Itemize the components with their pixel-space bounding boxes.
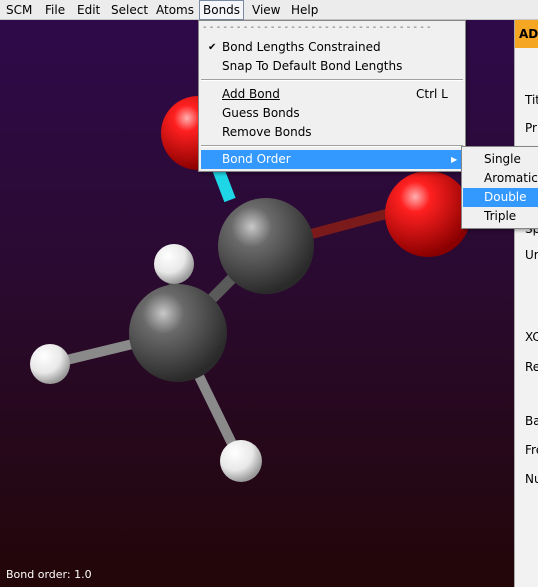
menu-separator (201, 145, 463, 147)
hydrogen-atom-top[interactable] (154, 244, 194, 284)
menu-item-label: Double (484, 190, 527, 204)
menu-item-label: Add Bond (222, 87, 280, 101)
bonds-menu: - - - - - - - - - - - - - - - - - - - - … (198, 20, 466, 172)
menu-item-label: Snap To Default Bond Lengths (222, 59, 403, 73)
carbon-atom-carbonyl[interactable] (218, 198, 314, 294)
menu-select[interactable]: Select (108, 0, 151, 20)
panel-label-unrestricted: Ur (525, 248, 538, 262)
menu-item-bond-order[interactable]: Bond Order ▶ (201, 150, 463, 169)
menu-scm[interactable]: SCM (3, 0, 35, 20)
menu-edit[interactable]: Edit (74, 0, 103, 20)
panel-label-numerical: Nu (525, 472, 538, 486)
menu-item-remove-bonds[interactable]: Remove Bonds (199, 123, 465, 142)
panel-label-title: Tit (525, 93, 538, 107)
menu-item-snap-to-default[interactable]: Snap To Default Bond Lengths (199, 57, 465, 76)
status-bar-text: Bond order: 1.0 (6, 568, 92, 581)
menu-item-label: Aromatic (484, 171, 538, 185)
menu-item-label: Guess Bonds (222, 106, 300, 120)
check-icon: ✔ (208, 42, 217, 53)
hydrogen-atom-left[interactable] (30, 344, 70, 384)
menu-item-label: Bond Lengths Constrained (222, 40, 381, 54)
menu-help[interactable]: Help (288, 0, 321, 20)
menu-item-label: Triple (484, 209, 517, 223)
panel-label-xc: XC (525, 330, 538, 344)
menu-item-bond-lengths-constrained[interactable]: ✔ Bond Lengths Constrained (199, 38, 465, 57)
menu-bonds[interactable]: Bonds (199, 0, 245, 20)
menu-view[interactable]: View (249, 0, 283, 20)
menu-item-label: Single (484, 152, 521, 166)
menu-atoms[interactable]: Atoms (153, 0, 197, 20)
menu-item-add-bond[interactable]: Add Bond Ctrl L (199, 85, 465, 104)
menu-item-shortcut: Ctrl L (416, 87, 448, 101)
submenu-arrow-icon: ▶ (451, 155, 458, 164)
submenu-item-double[interactable]: Double (463, 188, 538, 207)
submenu-item-triple[interactable]: Triple (462, 207, 538, 226)
menu-item-label: Bond Order (222, 152, 291, 166)
menu-separator (201, 79, 463, 81)
panel-header[interactable]: AD (515, 20, 538, 48)
tearoff-line[interactable]: - - - - - - - - - - - - - - - - - - - - … (203, 22, 461, 36)
submenu-item-aromatic[interactable]: Aromatic (462, 169, 538, 188)
panel-label-frozen-core: Fre (525, 443, 538, 457)
menu-bar: SCM File Edit Select Atoms Bonds View He… (0, 0, 538, 20)
bond-order-submenu: Single Aromatic Double Triple (461, 146, 538, 229)
submenu-item-single[interactable]: Single (462, 150, 538, 169)
panel-label-relativity: Re (525, 360, 538, 374)
oxygen-atom-right[interactable] (385, 171, 471, 257)
panel-label-basis: Ba (525, 414, 538, 428)
menu-item-label: Remove Bonds (222, 125, 312, 139)
carbon-atom-methyl[interactable] (129, 284, 227, 382)
menu-item-guess-bonds[interactable]: Guess Bonds (199, 104, 465, 123)
hydrogen-atom-bottom[interactable] (220, 440, 262, 482)
right-panel: AD Tit Pr Sp Ur XC Re Ba Fre Nu (514, 20, 538, 587)
menu-file[interactable]: File (42, 0, 68, 20)
panel-label-preset: Pr (525, 121, 537, 135)
